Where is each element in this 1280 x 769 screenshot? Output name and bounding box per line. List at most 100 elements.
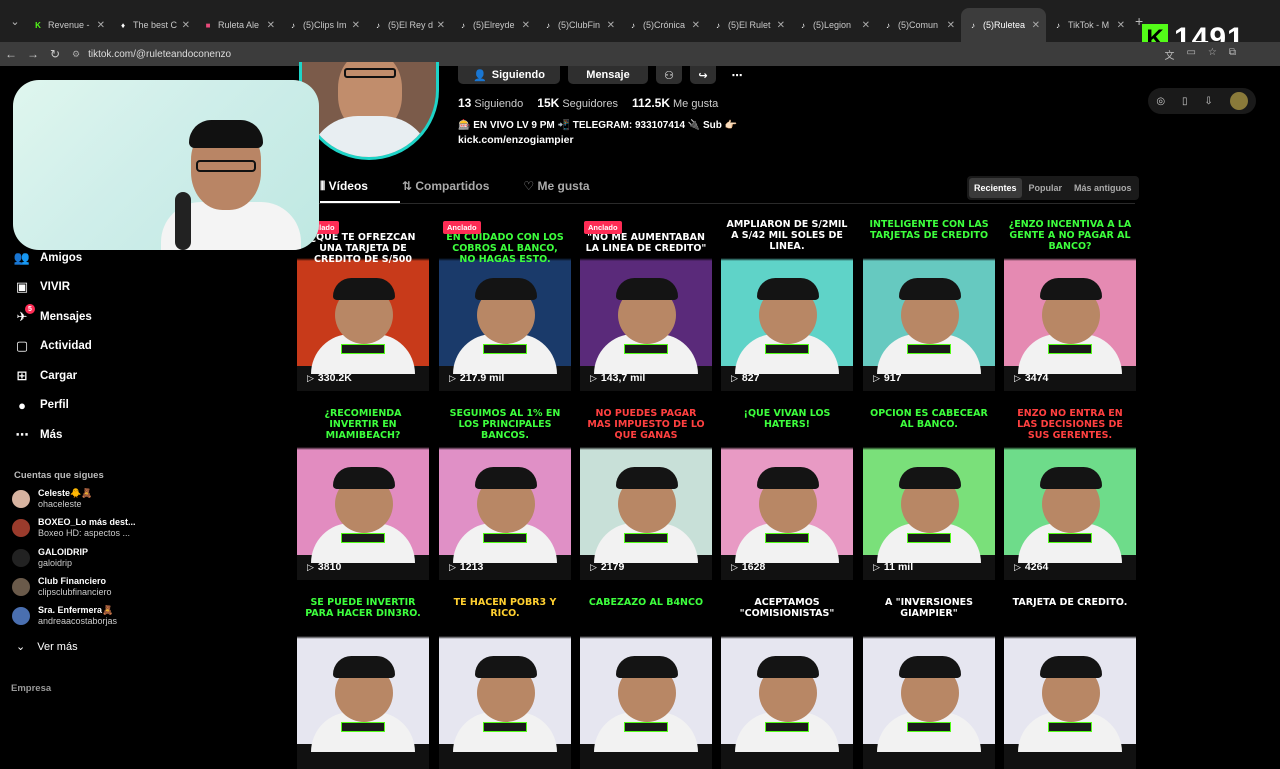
tab-shared[interactable]: ⇅ Compartidos [402, 179, 489, 194]
sort-popular-button[interactable]: Popular [1024, 178, 1068, 198]
browser-tab[interactable]: ♪ (5)ClubFin ✕ [536, 8, 621, 42]
video-card[interactable]: TARJETA DE CREDITO. [1004, 594, 1136, 769]
close-tab-icon[interactable]: ✕ [947, 20, 955, 31]
browser-tab[interactable]: ♪ (5)Clips Im ✕ [281, 8, 366, 42]
video-card[interactable]: "NO ME AUMENTABAN LA LINEA DE CREDITO" An… [580, 216, 712, 391]
user-avatar[interactable] [1229, 92, 1248, 110]
device-icon[interactable]: ▯ [1182, 96, 1188, 107]
following-button[interactable]: 👤 Siguiendo [458, 66, 560, 84]
more-options-icon[interactable]: ⋯ [724, 66, 750, 84]
translate-icon[interactable]: 文 [1164, 47, 1174, 62]
url-field[interactable]: ⚙ tiktok.com/@ruleteandoconenzo [72, 49, 231, 60]
browser-tab[interactable]: ♦ The best C ✕ [111, 8, 196, 42]
browser-tab[interactable]: K Revenue - ✕ [26, 8, 111, 42]
browser-tab[interactable]: ♪ (5)Crónica ✕ [621, 8, 706, 42]
following-account[interactable]: Celeste🐥🧸 ohaceleste [12, 488, 92, 510]
video-card[interactable]: ENZO NO ENTRA EN LAS DECISIONES DE SUS G… [1004, 405, 1136, 580]
video-card[interactable]: ¿ENZO INCENTIVA A LA GENTE A NO PAGAR AL… [1004, 216, 1136, 391]
close-tab-icon[interactable]: ✕ [1032, 20, 1040, 31]
close-tab-icon[interactable]: ✕ [522, 20, 530, 31]
video-card[interactable]: ¿RECOMIENDA INVERTIR EN MIAMIBEACH? ▷ 3810 [297, 405, 429, 580]
sidebar-item-cargar[interactable]: ⊞ Cargar [14, 368, 78, 384]
browser-tab[interactable]: ♪ (5)Ruletea ✕ [961, 8, 1046, 42]
stat-seguidores[interactable]: 15K Seguidores [537, 96, 618, 110]
video-caption: ¿RECOMIENDA INVERTIR EN MIAMIBEACH? [324, 408, 402, 441]
sidebar-item-actividad[interactable]: ▢ Actividad [14, 338, 92, 354]
browser-tab[interactable]: ♪ (5)El Rulet ✕ [706, 8, 791, 42]
friends-icon: 👥 [13, 250, 31, 265]
browser-tab[interactable]: ♪ (5)El Rey d ✕ [366, 8, 451, 42]
following-account[interactable]: GALOIDRIP galoidrip [12, 547, 88, 569]
video-caption: ENZO NO ENTRA EN LAS DECISIONES DE SUS G… [1017, 408, 1123, 441]
sidebar-item-vivir[interactable]: ▣ VIVIR [14, 279, 70, 295]
tab-title: TikTok - M [1068, 20, 1110, 30]
site-info-icon[interactable]: ⚙ [72, 49, 80, 60]
reload-icon[interactable]: ↻ [44, 47, 66, 61]
top-right-tools: ◎ ▯ ⇩ [1148, 88, 1256, 114]
add-friend-icon[interactable]: ⚇ [656, 66, 682, 84]
close-tab-icon[interactable]: ✕ [607, 20, 615, 31]
video-card[interactable]: EN CUIDADO CON LOS COBROS AL BANCO, NO H… [439, 216, 571, 391]
close-tab-icon[interactable]: ✕ [352, 20, 360, 31]
bookmark-icon[interactable]: ☆ [1208, 47, 1217, 62]
close-tab-icon[interactable]: ✕ [777, 20, 785, 31]
video-card[interactable]: TE HACEN POBR3 Y RICO. [439, 594, 571, 769]
following-account[interactable]: Club Financiero clipsclubfinanciero [12, 576, 112, 598]
following-account[interactable]: BOXEO_Lo más dest... Boxeo HD: aspectos .… [12, 517, 136, 539]
video-card[interactable]: ACEPTAMOS "COMISIONISTAS" [721, 594, 853, 769]
browser-tab[interactable]: ♪ (5)Comun ✕ [876, 8, 961, 42]
video-caption: NO PUEDES PAGAR MAS IMPUESTO DE LO QUE G… [587, 408, 705, 441]
extensions-icon[interactable]: ⧉ [1229, 47, 1236, 62]
see-more-button[interactable]: ⌄ Ver más [16, 640, 78, 654]
browser-tab[interactable]: ♪ (5)Legion ✕ [791, 8, 876, 42]
video-card[interactable]: OPCION ES CABECEAR AL BANCO. ▷ 11 mil [863, 405, 995, 580]
stat-me-gusta[interactable]: 112.5K Me gusta [632, 96, 718, 110]
sort-oldest-button[interactable]: Más antiguos [1069, 178, 1137, 198]
video-card[interactable]: ¡QUE VIVAN LOS HATERS! ▷ 1628 [721, 405, 853, 580]
video-card[interactable]: CABEZAZO AL B4NCO [580, 594, 712, 769]
following-account[interactable]: Sra. Enfermera🧸 andreaacostaborjas [12, 605, 117, 627]
tab-liked[interactable]: ♡ Me gusta [523, 179, 589, 194]
video-card[interactable]: INTELIGENTE CON LAS TARJETAS DE CREDITO ▷… [863, 216, 995, 391]
close-tab-icon[interactable]: ✕ [437, 20, 445, 31]
video-card[interactable]: A "INVERSIONES GIAMPIER" [863, 594, 995, 769]
browser-tab[interactable]: ♪ (5)Elreyde ✕ [451, 8, 536, 42]
browser-tab[interactable]: ■ Ruleta Ale ✕ [196, 8, 281, 42]
tab-search-icon[interactable]: ⌄ [4, 10, 26, 32]
coins-icon[interactable]: ◎ [1156, 96, 1165, 107]
view-count: ▷ 11 mil [873, 561, 914, 573]
close-tab-icon[interactable]: ✕ [267, 20, 275, 31]
sidebar-item-perfil[interactable]: ● Perfil [14, 397, 69, 413]
microphone-icon [175, 192, 191, 250]
account-handle: clipsclubfinanciero [38, 587, 112, 597]
cast-icon[interactable]: ▭ [1186, 47, 1195, 62]
browser-tab[interactable]: ♪ TikTok - M ✕ [1046, 8, 1131, 42]
video-card[interactable]: SEGUIMOS AL 1% EN LOS PRINCIPALES BANCOS… [439, 405, 571, 580]
close-tab-icon[interactable]: ✕ [1117, 20, 1125, 31]
video-card[interactable]: NO PUEDES PAGAR MAS IMPUESTO DE LO QUE G… [580, 405, 712, 580]
download-icon[interactable]: ⇩ [1204, 96, 1212, 107]
tab-videos[interactable]: ⦀ Vídeos [320, 179, 368, 194]
video-card[interactable]: SE PUEDE INVERTIR PARA HACER DIN3RO. [297, 594, 429, 769]
sidebar-item-amigos[interactable]: 👥 Amigos [14, 250, 82, 266]
message-button[interactable]: Mensaje [568, 66, 648, 84]
share-icon[interactable]: ↪ [690, 66, 716, 84]
avatar [12, 578, 30, 596]
video-card[interactable]: ¿QUE TE OFREZCAN UNA TARJETA DE CREDITO … [297, 216, 429, 391]
close-tab-icon[interactable]: ✕ [97, 20, 105, 31]
following-label: Siguiendo [491, 69, 545, 81]
profile-link[interactable]: kick.com/enzogiampier [458, 134, 574, 146]
sort-recent-button[interactable]: Recientes [969, 178, 1022, 198]
company-link[interactable]: Empresa [11, 683, 51, 694]
back-icon[interactable]: ← [0, 47, 22, 61]
forward-icon[interactable]: → [22, 47, 44, 61]
close-tab-icon[interactable]: ✕ [182, 20, 190, 31]
close-tab-icon[interactable]: ✕ [692, 20, 700, 31]
view-count: ▷ 217.9 mil [449, 372, 505, 384]
stat-siguiendo[interactable]: 13 Siguiendo [458, 96, 523, 110]
close-tab-icon[interactable]: ✕ [862, 20, 870, 31]
video-card[interactable]: AMPLIARON DE S/2MIL A S/42 MIL SOLES DE … [721, 216, 853, 391]
video-caption: TARJETA DE CREDITO. [1012, 597, 1128, 608]
sidebar-item-más[interactable]: ⋯ Más [14, 427, 63, 443]
sidebar-item-mensajes[interactable]: ✈ 5 Mensajes [14, 304, 92, 325]
